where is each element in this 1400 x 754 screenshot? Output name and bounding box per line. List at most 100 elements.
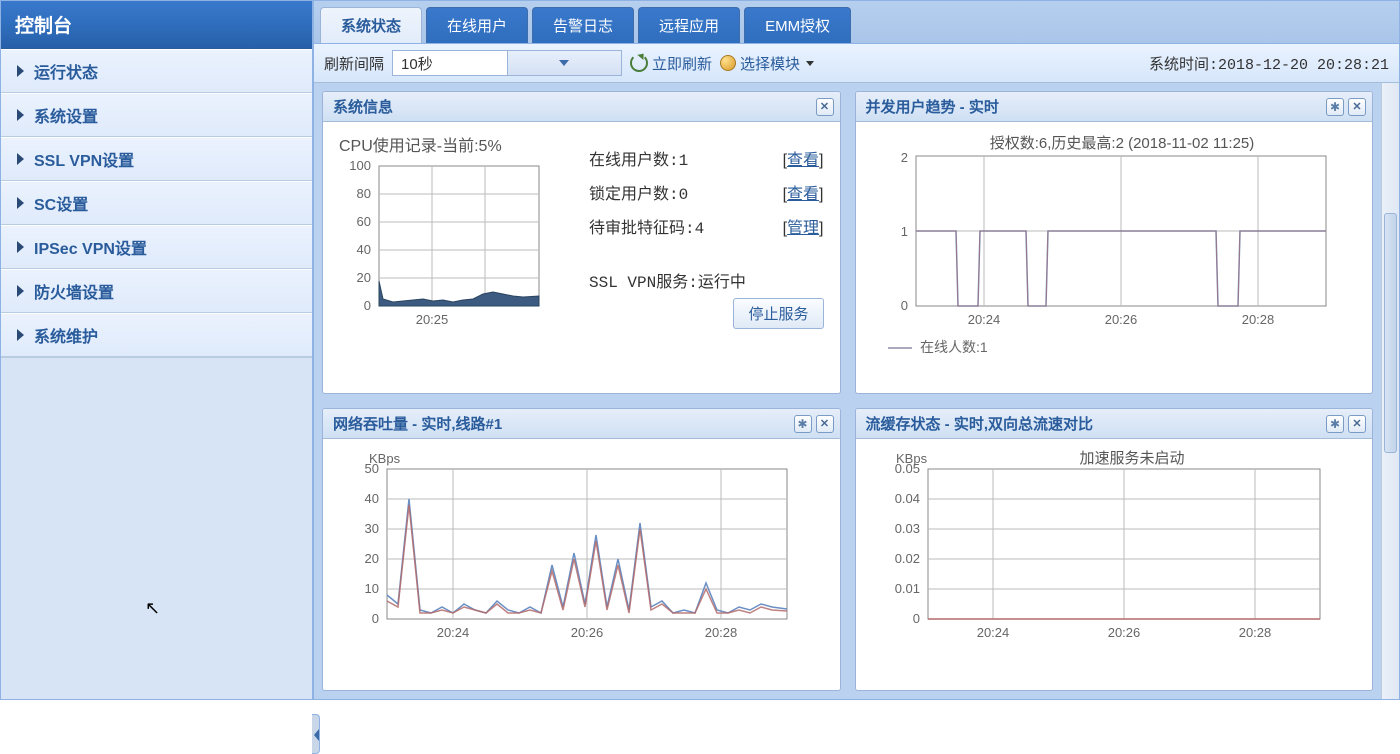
chart-legend: 在线人数:1 [920, 339, 988, 355]
nav-label: SSL VPN设置 [34, 147, 134, 171]
sidebar-title: 控制台 [1, 1, 312, 49]
svg-text:20:26: 20:26 [571, 625, 604, 640]
close-icon[interactable] [816, 415, 834, 433]
close-icon[interactable] [1348, 415, 1366, 433]
online-users-view-link[interactable]: 查看 [787, 152, 819, 169]
svg-text:20:24: 20:24 [976, 625, 1009, 640]
nav-item-sysmaint[interactable]: 系统维护 [1, 313, 312, 357]
nav-item-syssettings[interactable]: 系统设置 [1, 93, 312, 137]
svg-text:20:26: 20:26 [1107, 625, 1140, 640]
svg-text:20: 20 [365, 551, 379, 566]
refresh-now-button[interactable]: 立即刷新 [630, 53, 712, 74]
svg-text:0: 0 [364, 298, 371, 313]
svg-text:20:28: 20:28 [705, 625, 738, 640]
svg-text:0.04: 0.04 [894, 491, 919, 506]
svg-text:20:26: 20:26 [1104, 312, 1137, 327]
svg-text:20: 20 [357, 270, 371, 285]
refresh-interval-value: 10秒 [393, 53, 507, 74]
svg-text:0.02: 0.02 [894, 551, 919, 566]
svg-text:20:28: 20:28 [1241, 312, 1274, 327]
svg-text:1: 1 [900, 224, 907, 239]
svg-text:20:24: 20:24 [967, 312, 1000, 327]
nav-label: 系统维护 [34, 323, 98, 347]
svg-text:20:24: 20:24 [437, 625, 470, 640]
concurrent-chart: 授权数:6,历史最高:2 (2018-11-02 11:25) [872, 132, 1357, 362]
chart-subtitle: 授权数:6,历史最高:2 (2018-11-02 11:25) [989, 135, 1254, 152]
chevron-right-icon [17, 329, 24, 341]
scrollbar[interactable] [1381, 83, 1399, 699]
nav-item-sslvpn[interactable]: SSL VPN设置 [1, 137, 312, 181]
nav-label: 运行状态 [34, 59, 98, 83]
refresh-interval-select[interactable]: 10秒 [392, 50, 622, 76]
select-module-button[interactable]: 选择模块 [720, 53, 814, 74]
gear-icon[interactable] [794, 415, 812, 433]
gear-icon[interactable] [1326, 415, 1344, 433]
cache-chart: KBps 加速服务未启动 [872, 449, 1357, 659]
locked-users-label: 锁定用户数:0 [589, 180, 688, 204]
svg-text:30: 30 [365, 521, 379, 536]
tabbar: 系统状态 在线用户 告警日志 远程应用 EMM授权 [314, 1, 1399, 44]
close-icon[interactable] [816, 98, 834, 116]
service-status-label: SSL VPN服务:运行中 [589, 274, 746, 292]
chevron-down-icon [806, 61, 814, 66]
main: 系统状态 在线用户 告警日志 远程应用 EMM授权 刷新间隔 10秒 立即刷新 … [313, 1, 1399, 699]
svg-text:加速服务未启动: 加速服务未启动 [1079, 450, 1184, 467]
panel-cache: 流缓存状态 - 实时,双向总流速对比 KBps 加速服务未启动 [855, 408, 1374, 691]
svg-text:10: 10 [365, 581, 379, 596]
chevron-right-icon [17, 109, 24, 121]
nav-label: SC设置 [34, 191, 88, 215]
svg-text:40: 40 [365, 491, 379, 506]
panel-throughput: 网络吞吐量 - 实时,线路#1 KBps [322, 408, 841, 691]
nav-label: 系统设置 [34, 103, 98, 127]
svg-text:50: 50 [365, 461, 379, 476]
svg-text:20:25: 20:25 [416, 312, 449, 327]
svg-text:0: 0 [372, 611, 379, 626]
cursor-icon: ↖ [145, 598, 160, 619]
cpu-chart: 100 80 60 40 20 0 20:25 [339, 160, 569, 330]
chevron-right-icon [17, 197, 24, 209]
pending-codes-manage-link[interactable]: 管理 [787, 220, 819, 237]
splitter-handle[interactable] [312, 714, 320, 754]
stop-service-button[interactable]: 停止服务 [733, 298, 823, 329]
chevron-right-icon [17, 285, 24, 297]
scrollbar-thumb[interactable] [1384, 213, 1397, 453]
svg-text:0: 0 [900, 298, 907, 313]
pending-codes-label: 待审批特征码:4 [589, 214, 704, 238]
nav-label: IPSec VPN设置 [34, 235, 147, 259]
throughput-chart: KBps [339, 449, 824, 659]
nav-item-sc[interactable]: SC设置 [1, 181, 312, 225]
tab-emm-license[interactable]: EMM授权 [744, 7, 851, 43]
panel-title: 并发用户趋势 - 实时 [866, 96, 1323, 117]
tab-online-users[interactable]: 在线用户 [426, 7, 528, 43]
nav-item-firewall[interactable]: 防火墙设置 [1, 269, 312, 313]
system-time: 系统时间:2018-12-20 20:28:21 [1149, 53, 1389, 74]
close-icon[interactable] [1348, 98, 1366, 116]
panel-sysinfo: 系统信息 CPU使用记录-当前:5% [322, 91, 841, 394]
tab-remote-app[interactable]: 远程应用 [638, 7, 740, 43]
svg-text:20:28: 20:28 [1238, 625, 1271, 640]
nav-label: 防火墙设置 [34, 279, 114, 303]
sidebar: 控制台 运行状态 系统设置 SSL VPN设置 SC设置 IPSec VPN设置… [1, 1, 313, 699]
nav-item-ipsec[interactable]: IPSec VPN设置 [1, 225, 312, 269]
dashboard: 系统信息 CPU使用记录-当前:5% [314, 83, 1399, 699]
panel-concurrent: 并发用户趋势 - 实时 授权数:6,历史最高:2 (2018-11-02 11:… [855, 91, 1374, 394]
locked-users-view-link[interactable]: 查看 [787, 186, 819, 203]
svg-text:60: 60 [357, 214, 371, 229]
chevron-down-icon[interactable] [507, 51, 622, 75]
refresh-interval-label: 刷新间隔 [324, 53, 384, 74]
gear-icon[interactable] [1326, 98, 1344, 116]
refresh-now-label: 立即刷新 [652, 53, 712, 74]
svg-text:0.03: 0.03 [894, 521, 919, 536]
nav-item-runstatus[interactable]: 运行状态 [1, 49, 312, 93]
svg-text:0: 0 [912, 611, 919, 626]
tab-alert-log[interactable]: 告警日志 [532, 7, 634, 43]
sidebar-body: ↖ [1, 357, 312, 699]
svg-text:2: 2 [900, 150, 907, 165]
chevron-right-icon [17, 153, 24, 165]
refresh-icon [630, 54, 648, 72]
svg-text:100: 100 [349, 160, 371, 173]
panel-title: 流缓存状态 - 实时,双向总流速对比 [866, 413, 1323, 434]
svg-text:0.05: 0.05 [894, 461, 919, 476]
tab-system-status[interactable]: 系统状态 [320, 7, 422, 43]
panel-title: 网络吞吐量 - 实时,线路#1 [333, 413, 790, 434]
